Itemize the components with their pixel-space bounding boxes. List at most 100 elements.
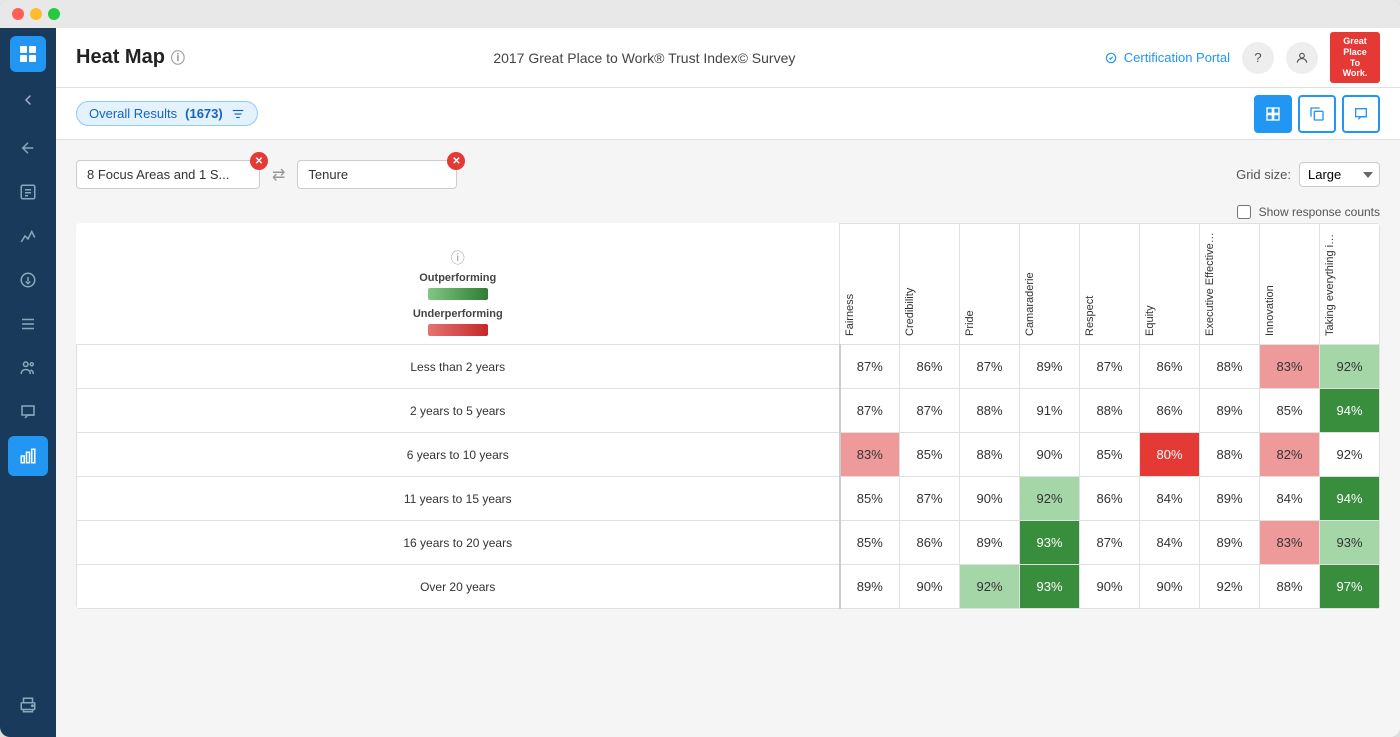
table-row: Over 20 years89%90%92%93%90%90%92%88%97%: [77, 565, 1380, 609]
data-cell: 87%: [840, 389, 900, 433]
maximize-dot[interactable]: [48, 8, 60, 20]
data-cell: 87%: [840, 345, 900, 389]
data-cell: 84%: [1140, 477, 1200, 521]
dimension-dropdown-wrap: Tenure ✕: [297, 160, 457, 189]
close-dot[interactable]: [12, 8, 24, 20]
user-button[interactable]: [1286, 42, 1318, 74]
data-cell: 89%: [840, 565, 900, 609]
col-header-taking-everything: Taking everything into account, i...: [1320, 224, 1380, 345]
row-label: 16 years to 20 years: [77, 521, 840, 565]
data-cell: 83%: [1260, 521, 1320, 565]
overall-results-filter[interactable]: Overall Results (1673): [76, 101, 258, 126]
sidebar-logo[interactable]: [10, 36, 46, 72]
sidebar: [0, 28, 56, 737]
row-label: Over 20 years: [77, 565, 840, 609]
help-button[interactable]: ?: [1242, 42, 1274, 74]
grid-size-select[interactable]: Large Medium Small: [1299, 162, 1380, 187]
sidebar-item-back[interactable]: [8, 128, 48, 168]
col-header-innovation: Innovation: [1260, 224, 1320, 345]
data-cell: 89%: [1200, 521, 1260, 565]
data-cell: 97%: [1320, 565, 1380, 609]
data-cell: 86%: [1080, 477, 1140, 521]
data-cell: 80%: [1140, 433, 1200, 477]
sidebar-item-chart[interactable]: [8, 436, 48, 476]
data-cell: 82%: [1260, 433, 1320, 477]
swap-icon[interactable]: ⇄: [272, 165, 285, 185]
data-cell: 90%: [900, 565, 960, 609]
title-info-icon[interactable]: ⓘ: [171, 48, 185, 68]
grid-size-wrap: Grid size: Large Medium Small: [1236, 162, 1380, 187]
app-window: Heat Map ⓘ 2017 Great Place to Work® Tru…: [0, 0, 1400, 737]
group-by-clear-button[interactable]: ✕: [250, 152, 268, 170]
data-cell: 87%: [1080, 521, 1140, 565]
row-label: 6 years to 10 years: [77, 433, 840, 477]
sidebar-item-download[interactable]: [8, 260, 48, 300]
data-cell: 94%: [1320, 389, 1380, 433]
data-cell: 85%: [840, 521, 900, 565]
data-cell: 89%: [1200, 477, 1260, 521]
options-row: Show response counts: [76, 205, 1380, 219]
group-by-dropdown-wrap: 8 Focus Areas and 1 S... ✕: [76, 160, 260, 189]
data-cell: 89%: [960, 521, 1020, 565]
data-cell: 90%: [1020, 433, 1080, 477]
sidebar-item-list[interactable]: [8, 304, 48, 344]
view-buttons: [1254, 95, 1380, 133]
data-cell: 88%: [1260, 565, 1320, 609]
grid-view-button[interactable]: [1254, 95, 1292, 133]
underperforming-bar: [428, 324, 488, 336]
data-cell: 92%: [1200, 565, 1260, 609]
dimension-clear-button[interactable]: ✕: [447, 152, 465, 170]
data-cell: 93%: [1020, 565, 1080, 609]
col-header-credibility: Credibility: [900, 224, 960, 345]
row-label: 11 years to 15 years: [77, 477, 840, 521]
data-cell: 92%: [1320, 433, 1380, 477]
legend-cell: ⓘ Outperforming Underperforming: [77, 224, 840, 345]
data-cell: 87%: [900, 389, 960, 433]
col-header-respect: Respect: [1080, 224, 1140, 345]
sidebar-item-print[interactable]: [8, 685, 48, 725]
header-right: Certification Portal ? GreatPlaceToWork.: [1104, 32, 1380, 83]
sidebar-item-people[interactable]: [8, 348, 48, 388]
data-cell: 87%: [960, 345, 1020, 389]
app-body: Heat Map ⓘ 2017 Great Place to Work® Tru…: [0, 28, 1400, 737]
dimension-dropdown[interactable]: Tenure: [297, 160, 457, 189]
data-cell: 91%: [1020, 389, 1080, 433]
data-cell: 89%: [1200, 389, 1260, 433]
heatmap-table-wrap: ⓘ Outperforming Underperforming Fairness…: [76, 223, 1380, 609]
data-cell: 88%: [960, 433, 1020, 477]
col-header-executive-effectiveness: Executive Effectiveness: [1200, 224, 1260, 345]
data-cell: 84%: [1260, 477, 1320, 521]
data-cell: 90%: [1080, 565, 1140, 609]
header: Heat Map ⓘ 2017 Great Place to Work® Tru…: [56, 28, 1400, 88]
col-header-equity: Equity: [1140, 224, 1200, 345]
data-cell: 89%: [1020, 345, 1080, 389]
data-cell: 88%: [960, 389, 1020, 433]
chat-view-button[interactable]: [1342, 95, 1380, 133]
data-cell: 92%: [1020, 477, 1080, 521]
sidebar-item-survey[interactable]: [8, 172, 48, 212]
data-cell: 87%: [1080, 345, 1140, 389]
group-by-dropdown[interactable]: 8 Focus Areas and 1 S...: [76, 160, 260, 189]
table-row: 11 years to 15 years85%87%90%92%86%84%89…: [77, 477, 1380, 521]
data-cell: 86%: [900, 345, 960, 389]
col-header-camaraderie: Camaraderie: [1020, 224, 1080, 345]
page-title: Heat Map ⓘ: [76, 46, 185, 69]
table-row: 6 years to 10 years83%85%88%90%85%80%88%…: [77, 433, 1380, 477]
show-response-counts-checkbox[interactable]: [1237, 205, 1251, 219]
data-cell: 90%: [960, 477, 1020, 521]
row-label: Less than 2 years: [77, 345, 840, 389]
sidebar-collapse-button[interactable]: [12, 84, 44, 116]
sidebar-item-chat[interactable]: [8, 392, 48, 432]
minimize-dot[interactable]: [30, 8, 42, 20]
row-label: 2 years to 5 years: [77, 389, 840, 433]
table-row: 2 years to 5 years87%87%88%91%88%86%89%8…: [77, 389, 1380, 433]
certification-portal-button[interactable]: Certification Portal: [1104, 50, 1230, 65]
data-cell: 86%: [1140, 345, 1200, 389]
main-content: Heat Map ⓘ 2017 Great Place to Work® Tru…: [56, 28, 1400, 737]
sidebar-item-analytics[interactable]: [8, 216, 48, 256]
table-row: 16 years to 20 years85%86%89%93%87%84%89…: [77, 521, 1380, 565]
copy-view-button[interactable]: [1298, 95, 1336, 133]
data-cell: 83%: [840, 433, 900, 477]
controls-row: 8 Focus Areas and 1 S... ✕ ⇄ Tenure ✕ Gr…: [76, 160, 1380, 189]
data-cell: 93%: [1020, 521, 1080, 565]
